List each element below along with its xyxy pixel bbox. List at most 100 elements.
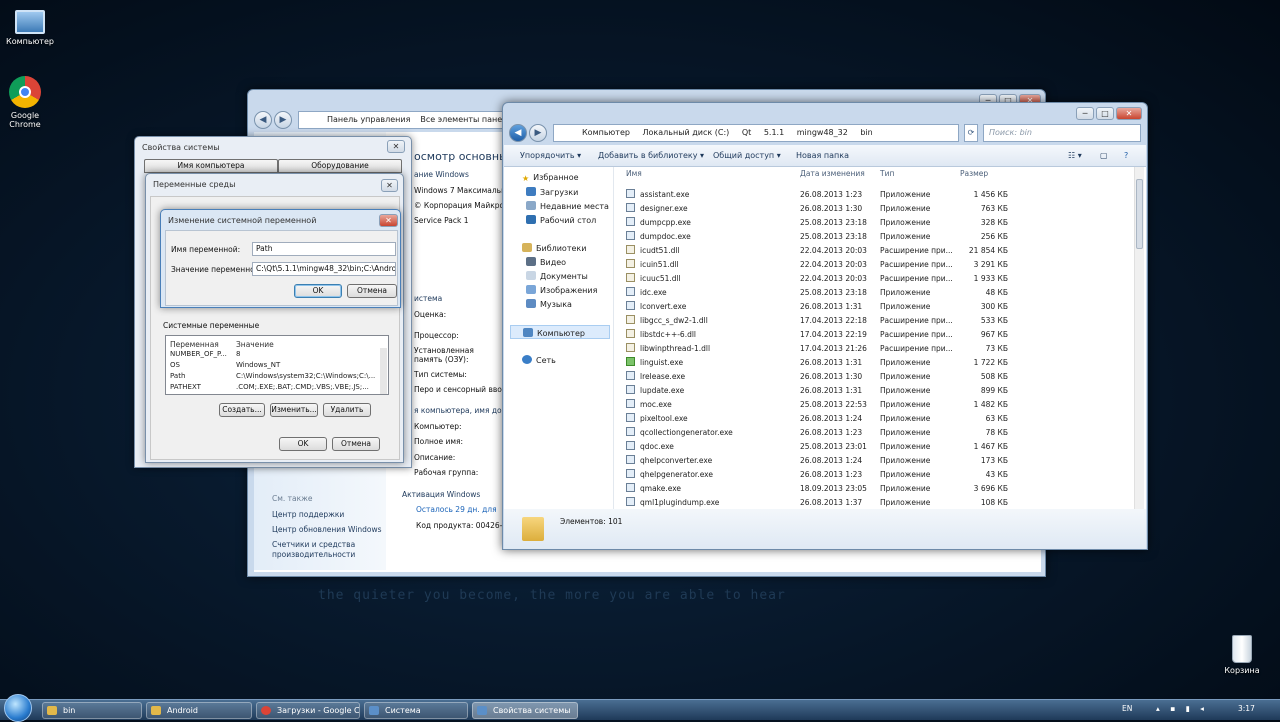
scrollbar-thumb[interactable] — [1136, 179, 1143, 249]
nav-pictures[interactable]: Изображения — [526, 285, 597, 295]
preview-pane-icon[interactable]: ▢ — [1100, 151, 1108, 160]
new-folder-button[interactable]: Новая папка — [796, 151, 849, 160]
desktop-icon-chrome[interactable]: Google Chrome — [0, 76, 55, 129]
close-button[interactable]: ✕ — [381, 179, 398, 192]
edit-button[interactable]: Изменить... — [270, 403, 318, 417]
table-row[interactable]: icuuc51.dll 22.04.2013 20:03 Расширение пр… — [626, 271, 1008, 285]
table-row[interactable]: libgcc_s_dw2-1.dll 17.04.2013 22:18 Расшир… — [626, 313, 1008, 327]
table-row[interactable]: qmake.exe 18.09.2013 23:05 Приложение 3 696… — [626, 481, 1008, 495]
column-value[interactable]: Значение — [236, 340, 274, 349]
list-item[interactable]: OS Windows_NT — [167, 361, 381, 372]
breadcrumb[interactable]: Локальный диск (C:) — [643, 125, 730, 141]
table-row[interactable]: qhelpconverter.exe 26.08.2013 1:24 Приложе… — [626, 453, 1008, 467]
tab-hardware[interactable]: Оборудование — [278, 159, 402, 173]
desktop-icon-computer[interactable]: Компьютер — [0, 6, 60, 46]
table-row[interactable]: qdoc.exe 25.08.2013 23:01 Приложение 1 467 … — [626, 439, 1008, 453]
share-button[interactable]: Общий доступ ▾ — [713, 151, 781, 160]
column-name[interactable]: Имя — [626, 169, 642, 178]
table-row[interactable]: lrelease.exe 26.08.2013 1:30 Приложение 508… — [626, 369, 1008, 383]
table-row[interactable]: assistant.exe 26.08.2013 1:23 Приложение 1 … — [626, 187, 1008, 201]
nav-computer[interactable]: Компьютер — [510, 325, 610, 339]
link-support-center[interactable]: Центр поддержки — [272, 510, 344, 519]
table-row[interactable]: libwinpthread-1.dll 17.04.2013 21:26 Расши… — [626, 341, 1008, 355]
list-item[interactable]: Path C:\Windows\system32;C:\Windows;C:\..… — [167, 372, 381, 383]
start-button[interactable] — [4, 694, 32, 722]
search-input[interactable]: Поиск: bin — [983, 124, 1141, 142]
tab-computer-name[interactable]: Имя компьютера — [144, 159, 278, 173]
nav-network[interactable]: Сеть — [522, 355, 556, 365]
scrollbar[interactable] — [1134, 167, 1144, 509]
breadcrumb[interactable]: 5.1.1 — [764, 125, 784, 141]
taskbar-item-bin[interactable]: bin — [42, 702, 142, 719]
cancel-button[interactable]: Отмена — [347, 284, 397, 298]
minimize-button[interactable]: ─ — [1076, 107, 1094, 120]
nav-documents[interactable]: Документы — [526, 271, 588, 281]
taskbar-item-chrome[interactable]: Загрузки - Google C... — [256, 702, 360, 719]
table-row[interactable]: qml1plugindump.exe 26.08.2013 1:37 Приложе… — [626, 495, 1008, 509]
breadcrumb[interactable]: Все элементы панели уп — [420, 112, 507, 128]
activation-link[interactable]: Осталось 29 дн. для — [416, 505, 497, 514]
breadcrumb[interactable]: bin — [860, 125, 872, 141]
delete-button[interactable]: Удалить — [323, 403, 371, 417]
table-row[interactable]: icudt51.dll 22.04.2013 20:03 Расширение пр… — [626, 243, 1008, 257]
table-row[interactable]: linguist.exe 26.08.2013 1:31 Приложение 1 7… — [626, 355, 1008, 369]
table-row[interactable]: pixeltool.exe 26.08.2013 1:24 Приложение 63… — [626, 411, 1008, 425]
clock[interactable]: 3:17 — [1238, 704, 1255, 713]
breadcrumb[interactable]: Компьютер — [582, 125, 630, 141]
ok-button[interactable]: OK — [279, 437, 327, 451]
nav-favorites[interactable]: ★ Избранное — [522, 173, 579, 183]
table-row[interactable]: designer.exe 26.08.2013 1:30 Приложение 763… — [626, 201, 1008, 215]
nav-desktop[interactable]: Рабочий стол — [526, 215, 596, 225]
taskbar-item-system-properties[interactable]: Свойства системы — [472, 702, 578, 719]
list-item[interactable]: PATHEXT .COM;.EXE;.BAT;.CMD;.VBS;.VBE;.JS… — [167, 383, 381, 394]
nav-recent-places[interactable]: Недавние места — [526, 201, 609, 211]
table-row[interactable]: libstdc++-6.dll 17.04.2013 22:19 Расширени… — [626, 327, 1008, 341]
breadcrumb[interactable]: mingw48_32 — [797, 125, 848, 141]
table-row[interactable]: icuin51.dll 22.04.2013 20:03 Расширение пр… — [626, 257, 1008, 271]
ok-button[interactable]: OK — [294, 284, 342, 298]
tray-icons[interactable]: ▴ ▪ ▮ ◂ — [1156, 704, 1208, 713]
variable-value-input[interactable]: C:\Qt\5.1.1\mingw48_32\bin;C:\Android\An — [252, 262, 396, 276]
variable-name-input[interactable]: Path — [252, 242, 396, 256]
close-button[interactable]: ✕ — [387, 140, 405, 153]
close-button[interactable]: ✕ — [1116, 107, 1142, 120]
breadcrumb[interactable]: Qt — [742, 125, 751, 141]
organize-button[interactable]: Упорядочить ▾ — [520, 151, 581, 160]
link-windows-update[interactable]: Центр обновления Windows — [272, 525, 382, 534]
language-indicator[interactable]: EN — [1122, 704, 1132, 713]
column-size[interactable]: Размер — [960, 169, 988, 178]
table-row[interactable]: idc.exe 25.08.2013 23:18 Приложение 48 КБ — [626, 285, 1008, 299]
nav-libraries[interactable]: Библиотеки — [522, 243, 586, 253]
scrollbar[interactable] — [380, 348, 387, 394]
column-type[interactable]: Тип — [880, 169, 894, 178]
nav-downloads[interactable]: Загрузки — [526, 187, 578, 197]
nav-music[interactable]: Музыка — [526, 299, 572, 309]
table-row[interactable]: qcollectiongenerator.exe 26.08.2013 1:23 П… — [626, 425, 1008, 439]
back-button[interactable]: ◀ — [254, 111, 272, 129]
cancel-button[interactable]: Отмена — [332, 437, 380, 451]
table-row[interactable]: qhelpgenerator.exe 26.08.2013 1:23 Приложе… — [626, 467, 1008, 481]
nav-video[interactable]: Видео — [526, 257, 566, 267]
help-icon[interactable]: ? — [1124, 151, 1128, 160]
maximize-button[interactable]: □ — [1096, 107, 1114, 120]
back-button[interactable]: ◀ — [509, 124, 527, 142]
table-row[interactable]: moc.exe 25.08.2013 22:53 Приложение 1 482 К… — [626, 397, 1008, 411]
forward-button[interactable]: ▶ — [529, 124, 547, 142]
table-row[interactable]: lconvert.exe 26.08.2013 1:31 Приложение 300… — [626, 299, 1008, 313]
table-row[interactable]: dumpcpp.exe 25.08.2013 23:18 Приложение 328… — [626, 215, 1008, 229]
desktop-icon-recycle-bin[interactable]: Корзина — [1212, 635, 1272, 675]
breadcrumb[interactable]: Панель управления — [327, 112, 410, 128]
refresh-icon[interactable]: ⟳ — [964, 124, 978, 142]
create-button[interactable]: Создать... — [219, 403, 265, 417]
close-button[interactable]: ✕ — [379, 214, 398, 227]
address-bar[interactable]: Компьютер Локальный диск (C:) Qt 5.1.1 m… — [553, 124, 959, 142]
table-row[interactable]: lupdate.exe 26.08.2013 1:31 Приложение 899 … — [626, 383, 1008, 397]
table-row[interactable]: dumpdoc.exe 25.08.2013 23:18 Приложение 256… — [626, 229, 1008, 243]
taskbar-item-system[interactable]: Система — [364, 702, 468, 719]
link-performance[interactable]: Счетчики и средства производительности — [272, 540, 372, 560]
system-variables-list[interactable]: Переменная Значение NUMBER_OF_P... 8 OS Win… — [165, 335, 389, 395]
taskbar-item-android[interactable]: Android — [146, 702, 252, 719]
view-options-icon[interactable]: ☷ ▾ — [1068, 151, 1082, 160]
column-variable[interactable]: Переменная — [170, 340, 219, 349]
add-to-library-button[interactable]: Добавить в библиотеку ▾ — [598, 151, 704, 160]
